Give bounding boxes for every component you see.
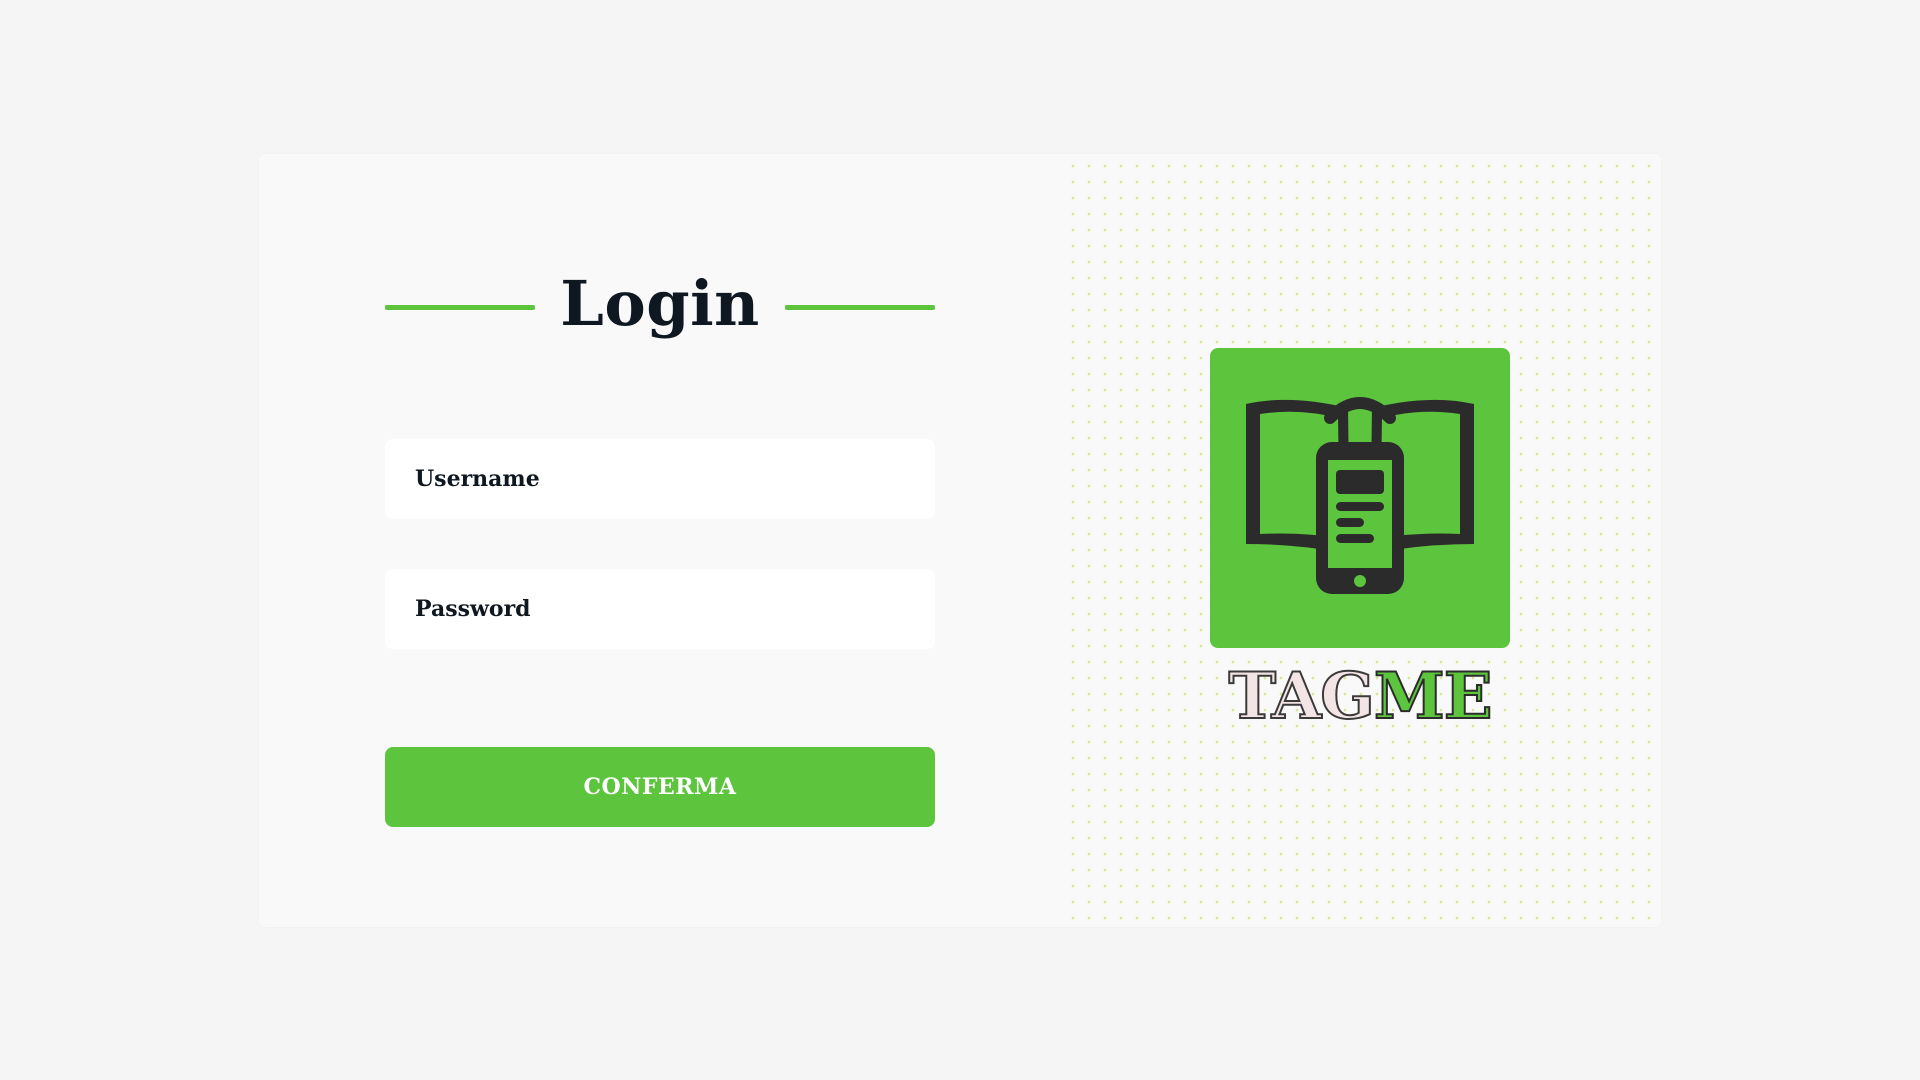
login-card: Login CONFERMA TAGME <box>259 154 1661 927</box>
page-title: Login <box>560 267 760 340</box>
login-panel: Login CONFERMA <box>259 154 1059 927</box>
brand-wordmark: TAG ME <box>1210 662 1510 732</box>
password-input[interactable] <box>385 569 935 649</box>
title-row: Login <box>385 254 935 354</box>
wordmark-tag: TAG <box>1227 659 1375 734</box>
wordmark-me: ME <box>1373 659 1494 734</box>
confirm-button[interactable]: CONFERMA <box>385 747 935 827</box>
username-input[interactable] <box>385 439 935 519</box>
title-divider-right <box>785 304 935 310</box>
book-phone-icon <box>1246 397 1474 594</box>
app-logo <box>1210 348 1510 648</box>
title-divider-left <box>385 304 535 310</box>
